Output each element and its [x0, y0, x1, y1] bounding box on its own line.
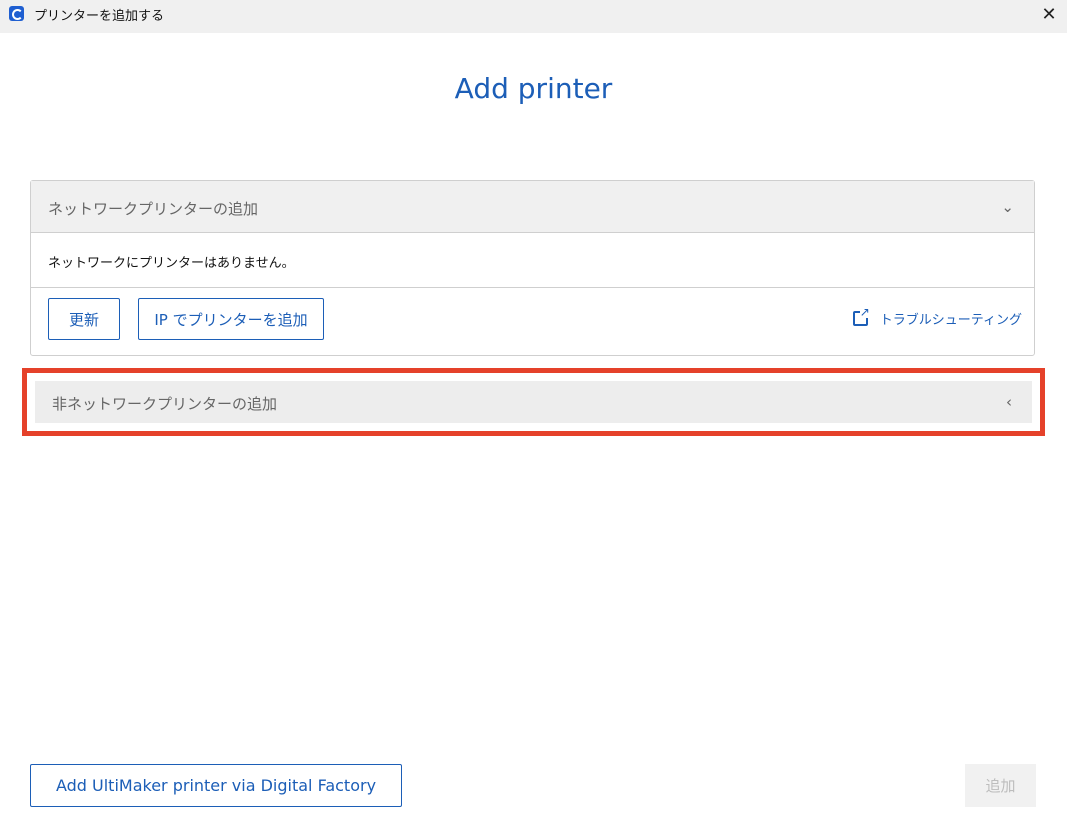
refresh-button[interactable]: 更新: [48, 298, 120, 340]
external-link-icon: [852, 306, 870, 326]
non-network-section-header[interactable]: 非ネットワークプリンターの追加 ‹: [35, 381, 1032, 423]
page-title: Add printer: [454, 72, 613, 105]
network-section-title: ネットワークプリンターの追加: [48, 200, 259, 218]
window-title: プリンターを追加する: [34, 9, 165, 24]
chevron-left-icon: ‹: [1006, 393, 1012, 411]
highlight-box: 非ネットワークプリンターの追加 ‹: [22, 368, 1045, 436]
add-button[interactable]: 追加: [965, 764, 1036, 807]
cura-app-icon: [9, 6, 24, 21]
troubleshooting-link[interactable]: トラブルシューティング: [852, 306, 1022, 328]
network-printer-section: ネットワークプリンターの追加 ⌄ ネットワークにプリンターはありません。 更新 …: [30, 180, 1035, 356]
add-via-digital-factory-button[interactable]: Add UltiMaker printer via Digital Factor…: [30, 764, 402, 807]
non-network-section-title: 非ネットワークプリンターの追加: [52, 395, 278, 413]
network-section-header[interactable]: ネットワークプリンターの追加 ⌄: [31, 181, 1034, 233]
chevron-down-icon: ⌄: [1001, 198, 1014, 216]
empty-list-message: ネットワークにプリンターはありません。: [31, 233, 1034, 288]
title-bar: プリンターを追加する ✕: [0, 0, 1067, 33]
close-button[interactable]: ✕: [1031, 0, 1067, 28]
add-printer-by-ip-button[interactable]: IP でプリンターを追加: [138, 298, 324, 340]
network-actions: 更新 IP でプリンターを追加 トラブルシューティング: [31, 288, 1034, 355]
troubleshooting-label: トラブルシューティング: [879, 313, 1022, 328]
no-printers-text: ネットワークにプリンターはありません。: [48, 256, 295, 271]
